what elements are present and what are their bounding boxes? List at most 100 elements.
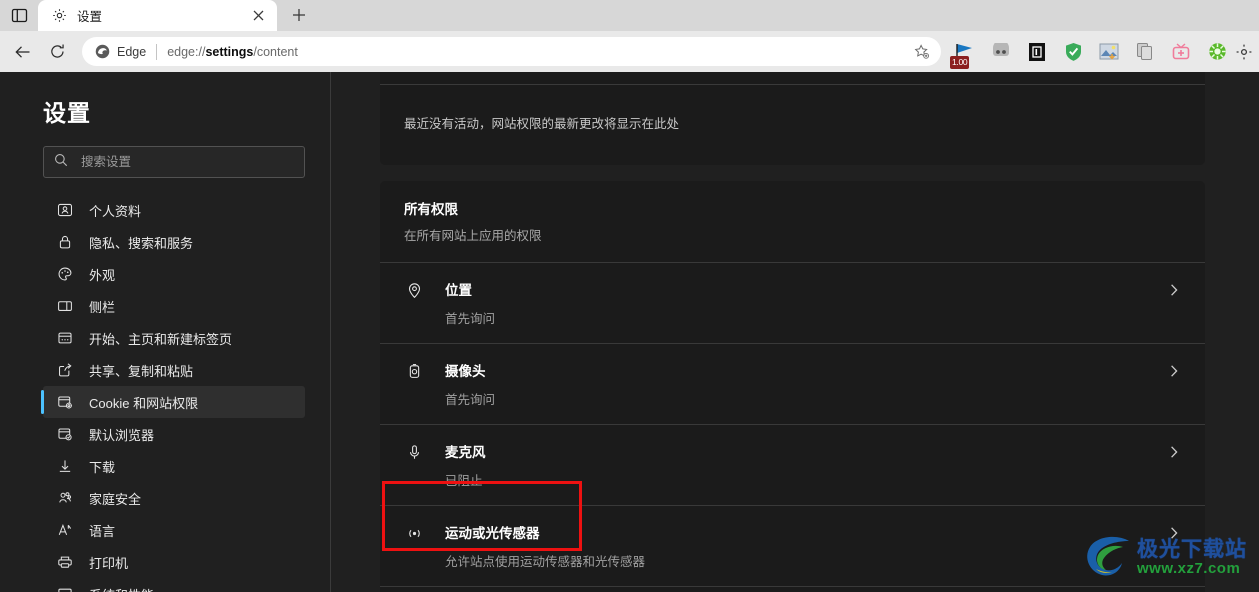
back-arrow-icon[interactable] (6, 37, 40, 67)
sidebar-item-profile[interactable]: 个人资料 (43, 194, 305, 226)
url-prefix: edge:// (167, 44, 206, 59)
microphone-icon (404, 442, 424, 462)
sidebar-item-downloads[interactable]: 下载 (43, 450, 305, 482)
all-permissions-card: 所有权限 在所有网站上应用的权限 位置 首先询问 摄像头 首先询问 麦克风 已阻… (380, 181, 1205, 592)
permission-text: 位置 首先询问 (445, 279, 1167, 327)
browser-window: 设置 Edge edge://settings/content 1.00 设置 … (0, 0, 1259, 592)
omnibox-brand-label: Edge (117, 44, 147, 59)
pink-tv-extension-icon[interactable] (1163, 36, 1199, 68)
tab-title: 设置 (77, 10, 103, 24)
sidebar-item-label: 共享、复制和粘贴 (89, 363, 194, 379)
sidebar-item-label: 语言 (89, 523, 116, 539)
cookie-gear-icon (55, 392, 75, 412)
lock-icon (55, 232, 75, 252)
copy-document-extension-icon[interactable] (1127, 36, 1163, 68)
language-a-icon (55, 520, 75, 540)
page-title: 设置 (43, 100, 91, 126)
chevron-right-icon[interactable] (1167, 361, 1181, 381)
sidebar-item-appearance[interactable]: 外观 (43, 258, 305, 290)
permission-row-camera[interactable]: 摄像头 首先询问 (380, 344, 1205, 424)
all-permissions-subtitle: 在所有网站上应用的权限 (404, 229, 542, 243)
motion-sensor-icon (404, 523, 424, 543)
chevron-right-icon[interactable] (1167, 280, 1181, 300)
sidebar-nav-list: 个人资料 隐私、搜索和服务 外观 侧栏 开始、主页和新建标签页 共享、复制和粘贴… (0, 194, 330, 592)
permission-text: 麦克风 已阻止 (445, 441, 1167, 489)
address-bar-url[interactable]: edge://settings/content (167, 45, 909, 59)
location-pin-icon (404, 280, 424, 300)
sidebar-item-share[interactable]: 共享、复制和粘贴 (43, 354, 305, 386)
sidebar-item-family-safety[interactable]: 家庭安全 (43, 482, 305, 514)
chevron-right-icon[interactable] (1167, 442, 1181, 462)
default-browser-check-icon (55, 424, 75, 444)
sidebar-item-default-browser[interactable]: 默认浏览器 (43, 418, 305, 450)
address-bar[interactable]: Edge edge://settings/content (82, 37, 941, 66)
star-add-icon[interactable] (909, 39, 935, 65)
flag-extension-icon[interactable]: 1.00 (947, 36, 983, 69)
reload-icon[interactable] (40, 37, 74, 67)
permission-row-location[interactable]: 位置 首先询问 (380, 263, 1205, 343)
gray-dots-extension-icon[interactable] (983, 36, 1019, 68)
sidebar-item-privacy[interactable]: 隐私、搜索和服务 (43, 226, 305, 258)
download-arrow-icon (55, 456, 75, 476)
sidebar-item-sidebar[interactable]: 侧栏 (43, 290, 305, 322)
sidebar-item-label: 系统和性能 (89, 585, 154, 592)
sidebar-item-label: 隐私、搜索和服务 (89, 235, 194, 251)
camera-icon (404, 361, 424, 381)
permission-status: 已阻止 (445, 474, 483, 488)
permission-row-notifications[interactable]: 通知 (380, 587, 1205, 592)
permission-title: 摄像头 (445, 364, 486, 379)
share-icon (55, 360, 75, 380)
new-tab-button[interactable] (283, 1, 315, 29)
recent-activity-header: 对网站权限所做的最新更改 (380, 72, 1205, 84)
sidebar-item-system-performance[interactable]: 系统和性能 (43, 578, 305, 592)
search-icon (54, 153, 68, 172)
sidebar-panel-icon (55, 296, 75, 316)
all-permissions-header: 所有权限 在所有网站上应用的权限 (380, 181, 1205, 262)
browser-toolbar: Edge edge://settings/content 1.00 (0, 31, 1259, 72)
permission-status: 首先询问 (445, 393, 496, 407)
permission-title: 运动或光传感器 (445, 526, 540, 541)
sidebar-item-startup[interactable]: 开始、主页和新建标签页 (43, 322, 305, 354)
browser-tab[interactable]: 设置 (38, 0, 277, 31)
green-shield-extension-icon[interactable] (1055, 36, 1091, 68)
tab-panel-icon[interactable] (0, 0, 38, 31)
all-permissions-title: 所有权限 (404, 202, 458, 217)
sidebar-item-label: 默认浏览器 (89, 427, 155, 443)
partial-extension-icon[interactable] (1235, 36, 1253, 68)
close-icon[interactable] (247, 5, 269, 27)
sidebar-item-label: 家庭安全 (89, 491, 142, 507)
sidebar-item-label: 开始、主页和新建标签页 (89, 331, 233, 347)
sidebar-item-label: Cookie 和网站权限 (89, 395, 199, 411)
sidebar-item-languages[interactable]: 语言 (43, 514, 305, 546)
permission-row-motion-light-sensors[interactable]: 运动或光传感器 允许站点使用运动传感器和光传感器 (380, 506, 1205, 586)
extension-toolbar: 1.00 (947, 36, 1253, 69)
printer-icon (55, 552, 75, 572)
sidebar-item-cookies-site-permissions[interactable]: Cookie 和网站权限 (41, 386, 305, 418)
search-input[interactable] (81, 155, 294, 169)
sidebar-item-label: 下载 (89, 459, 116, 475)
permission-text: 摄像头 首先询问 (445, 360, 1167, 408)
edge-logo-icon (94, 43, 111, 60)
sidebar-item-label: 外观 (89, 267, 116, 283)
profile-card-icon (55, 200, 75, 220)
sidebar-item-label: 侧栏 (89, 299, 116, 315)
sidebar-item-printers[interactable]: 打印机 (43, 546, 305, 578)
system-monitor-icon (55, 584, 75, 592)
image-download-extension-icon[interactable] (1091, 36, 1127, 68)
tab-strip: 设置 (0, 0, 1259, 31)
permission-row-microphone[interactable]: 麦克风 已阻止 (380, 425, 1205, 505)
sidebar-item-label: 打印机 (89, 555, 129, 571)
chevron-right-icon[interactable] (1167, 523, 1181, 543)
permission-text: 运动或光传感器 允许站点使用运动传感器和光传感器 (445, 522, 1167, 570)
green-wheel-extension-icon[interactable] (1199, 36, 1235, 68)
extension-badge: 1.00 (950, 56, 970, 69)
permission-status: 首先询问 (445, 312, 496, 326)
search-settings-box[interactable] (43, 146, 305, 178)
black-square-l-extension-icon[interactable] (1019, 36, 1055, 68)
settings-content: 对网站权限所做的最新更改 最近没有活动，网站权限的最新更改将显示在此处 所有权限… (331, 72, 1259, 592)
permission-title: 麦克风 (445, 445, 486, 460)
url-host: settings (205, 44, 254, 59)
permission-title: 位置 (445, 283, 472, 298)
url-path: /content (253, 44, 298, 59)
recent-activity-empty-text: 最近没有活动，网站权限的最新更改将显示在此处 (404, 117, 680, 131)
